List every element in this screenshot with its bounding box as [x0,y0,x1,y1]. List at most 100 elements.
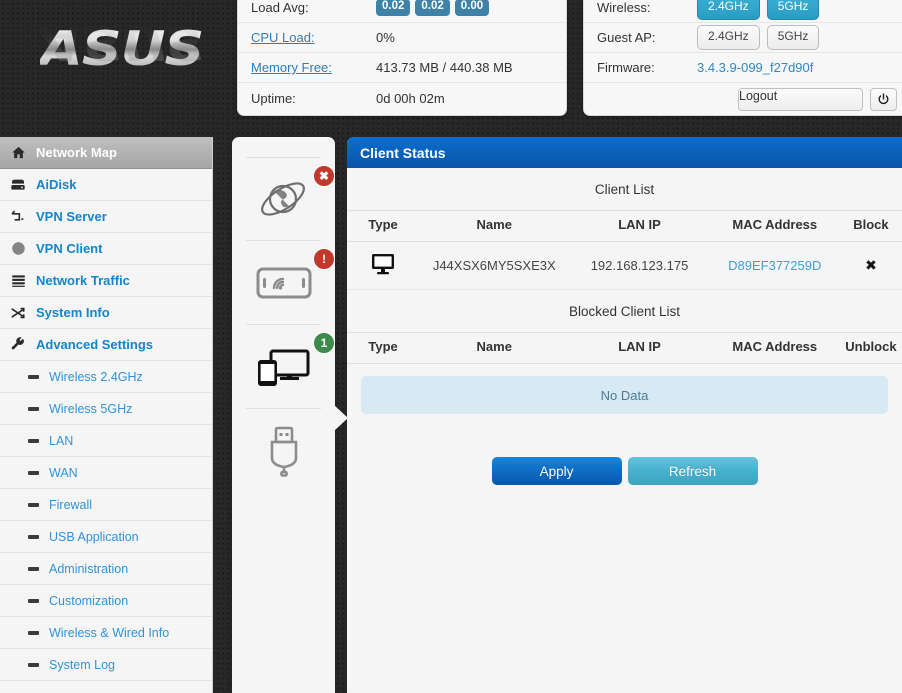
panel-title-text: Client Status [360,144,446,161]
dash-icon [28,662,39,667]
client-status-panel: Client Status Client List Type Name LAN … [347,137,902,693]
device-slot-clients[interactable]: 1 [246,325,335,409]
sidebar-sublabel-usb-application: USB Application [49,529,139,544]
action-button-row: Apply Refresh [347,457,902,485]
guest-band-5[interactable]: 5GHz [766,25,820,50]
sidebar-item-aidisk[interactable]: AiDisk [0,169,212,201]
client-block-cell: ✖ [839,241,902,290]
dash-icon [28,438,39,443]
firmware-value[interactable]: 3.4.3.9-099_f27d90f [697,60,813,75]
globe-icon [9,241,27,256]
sidebar-subitem-wireless-5[interactable]: Wireless 5GHz [0,393,212,425]
sidebar-sublabel-firewall: Firewall [49,497,93,512]
client-list-title: Client List [594,182,655,197]
asus-logo: ASUS ASUS [0,0,228,127]
blocked-col-mac: MAC Address [709,332,840,364]
status-row-guest-ap: Guest AP: 2.4GHz 5GHz [584,23,902,53]
cpu-load-label[interactable]: CPU Load: [251,30,376,45]
sidebar-item-network-traffic[interactable]: Network Traffic [0,265,212,297]
client-mac-cell[interactable]: D89EF377259D [709,241,840,290]
wireless-label: Wireless: [597,0,651,15]
apply-button[interactable]: Apply [491,457,622,485]
sidebar-item-advanced-settings[interactable]: Advanced Settings [0,329,212,361]
status-row-cpu-load: CPU Load: 0% [238,23,566,53]
guest-band-24[interactable]: 2.4GHz [697,25,760,50]
blocked-list-title: Blocked Client List [568,304,681,319]
wireless-band-24[interactable]: 2.4GHz [697,0,760,20]
vpn-server-icon [9,209,27,224]
client-list-table: Type Name LAN IP MAC Address Block J44XS… [347,210,902,290]
blocked-col-lanip: LAN IP [569,332,710,364]
logout-button[interactable]: Logout [738,87,863,111]
guest-band-group: 2.4GHz 5GHz [697,25,820,50]
sidebar-label-network-traffic: Network Traffic [36,273,130,288]
sidebar-sublabel-wan: WAN [49,465,78,480]
home-icon [9,145,27,160]
sidebar-subitem-lan[interactable]: LAN [0,425,212,457]
client-name-cell: J44XSX6MY5SXE3X [419,241,570,290]
firmware-label: Firmware: [597,60,655,75]
dash-icon [28,534,39,539]
system-status-card: Load Avg: 0.02 0.02 0.00 CPU Load: 0% Me… [237,0,567,116]
sidebar-item-vpn-server[interactable]: VPN Server [0,201,212,233]
internet-status-badge: ✖ [313,165,335,187]
globe-orbit-icon [260,182,305,216]
sidebar-item-network-map[interactable]: Network Map [0,137,212,169]
sidebar-subitem-wan[interactable]: WAN [0,457,212,489]
memory-free-label[interactable]: Memory Free: [251,60,376,75]
wireless-band-5[interactable]: 5GHz [766,0,820,20]
sidebar-sublabel-system-log: System Log [49,657,116,672]
device-slot-router[interactable]: ! [246,241,335,325]
sidebar-sublabel-administration: Administration [49,561,129,576]
client-col-lanip: LAN IP [569,210,710,242]
wireless-status-card: Wireless: 2.4GHz 5GHz Guest AP: 2.4GHz 5… [583,0,902,116]
sidebar-subitem-administration[interactable]: Administration [0,553,212,585]
blocked-list-table: Type Name LAN IP MAC Address Unblock [347,332,902,364]
sidebar: Network Map AiDisk VPN Server VPN Client… [0,137,213,693]
blocked-col-unblock: Unblock [839,332,902,364]
device-slot-usb[interactable] [246,409,321,493]
uptime-value: 0d 00h 02m [376,90,445,106]
client-col-type: Type [347,210,420,242]
load-avg-15: 0.00 [454,0,490,16]
asus-logo-reflection: ASUS [40,14,204,69]
client-col-name: Name [419,210,570,242]
status-row-wireless: Wireless: 2.4GHz 5GHz [584,0,902,23]
dash-icon [28,630,39,635]
shuffle-icon [9,306,27,320]
sidebar-subitem-firewall[interactable]: Firewall [0,489,212,521]
status-row-load-avg: Load Avg: 0.02 0.02 0.00 [238,0,566,23]
desktop-icon [372,254,395,275]
sidebar-sublabel-lan: LAN [49,433,74,448]
sidebar-item-system-info[interactable]: System Info [0,297,212,329]
client-col-block: Block [839,210,902,242]
sidebar-subitem-wireless-wired-info[interactable]: Wireless & Wired Info [0,617,212,649]
client-col-mac: MAC Address [709,210,840,242]
dash-icon [28,470,39,475]
power-icon[interactable] [870,87,897,111]
refresh-button[interactable]: Refresh [627,457,758,485]
wireless-router-icon [256,267,311,298]
status-row-firmware: Firmware: 3.4.3.9-099_f27d90f [584,53,902,83]
device-slot-internet[interactable]: ✖ [246,157,335,241]
client-lanip-cell: 192.168.123.175 [569,241,710,290]
sidebar-subitem-wireless-24[interactable]: Wireless 2.4GHz [0,361,212,393]
load-avg-5: 0.02 [415,0,450,16]
blocked-list-empty-state: No Data [361,376,888,414]
block-client-button[interactable]: ✖ [865,257,877,273]
sidebar-sublabel-wireless-24: Wireless 2.4GHz [49,369,143,384]
client-type-cell [347,241,420,290]
table-row[interactable]: J44XSX6MY5SXE3X 192.168.123.175 D89EF377… [347,241,902,290]
sidebar-label-network-map: Network Map [36,145,117,160]
dash-icon [28,598,39,603]
sidebar-subitem-system-log[interactable]: System Log [0,649,212,681]
sidebar-sublabel-customization: Customization [49,593,129,608]
selected-device-arrow [334,405,348,431]
sidebar-subitem-customization[interactable]: Customization [0,585,212,617]
sidebar-subitem-usb-application[interactable]: USB Application [0,521,212,553]
sidebar-sublabel-wireless-5: Wireless 5GHz [49,401,133,416]
network-map-device-column: ✖ ! 1 [232,137,348,693]
load-avg-badges: 0.02 0.02 0.00 [376,0,490,16]
sidebar-item-vpn-client[interactable]: VPN Client [0,233,212,265]
top-bar: ASUS ASUS Load Avg: 0.02 0.02 0.00 CPU L… [0,0,902,127]
